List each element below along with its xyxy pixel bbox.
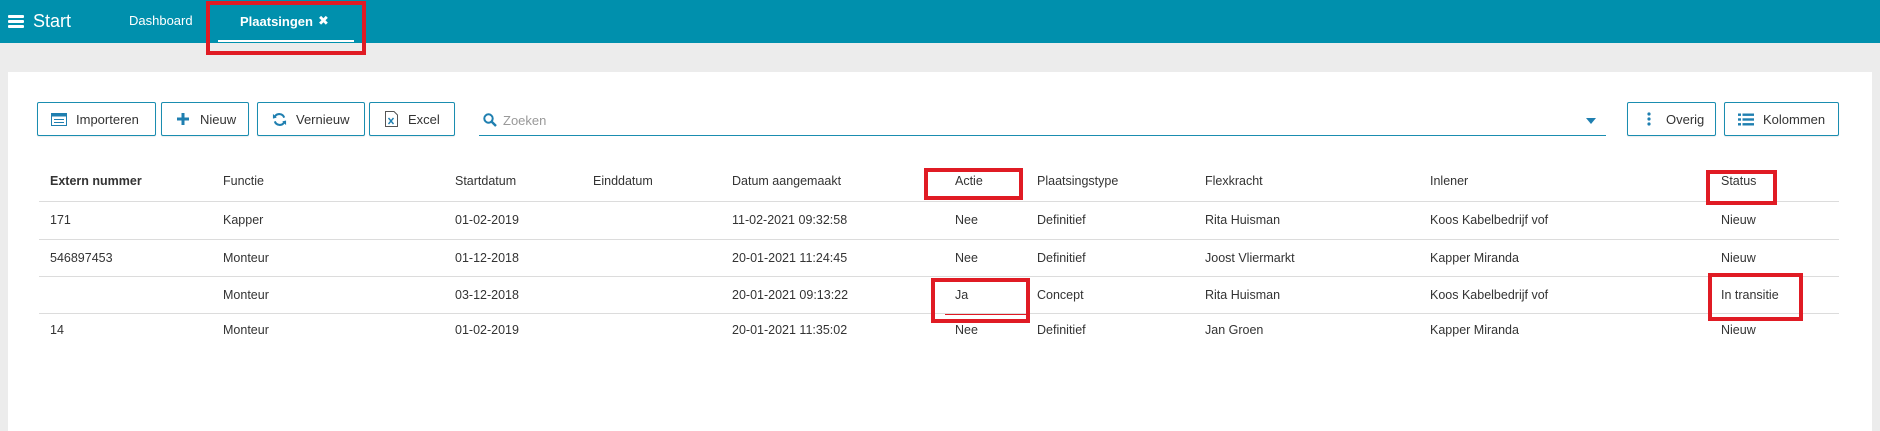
excel-button[interactable]: Excel — [369, 102, 455, 136]
cell-plaatsingstype: Definitief — [1037, 323, 1086, 337]
table-row[interactable] — [39, 239, 1839, 270]
cell-functie: Monteur — [223, 251, 269, 265]
search-placeholder: Zoeken — [503, 113, 547, 128]
import-icon — [50, 112, 68, 126]
cell-inlener: Kapper Miranda — [1430, 251, 1519, 265]
cell-status: In transitie — [1721, 288, 1779, 302]
table-row[interactable] — [39, 201, 1839, 232]
start-label: Start — [33, 10, 72, 31]
cell-flexkracht: Joost Vliermarkt — [1205, 251, 1295, 265]
cell-extern-nummer: 171 — [50, 213, 71, 227]
cell-datum-aangemaakt: 20-01-2021 11:35:02 — [732, 323, 848, 337]
refresh-icon — [270, 112, 288, 127]
table-row[interactable] — [39, 276, 1839, 307]
import-button[interactable]: Importeren — [37, 102, 156, 136]
cell-flexkracht: Jan Groen — [1205, 323, 1264, 337]
plus-icon — [174, 113, 192, 125]
columns-label: Kolommen — [1763, 111, 1826, 127]
cell-flexkracht: Rita Huisman — [1205, 288, 1281, 302]
close-icon[interactable]: ✖ — [318, 13, 329, 29]
cell-datum-aangemaakt: 20-01-2021 11:24:45 — [732, 251, 848, 265]
cell-actie: Nee — [955, 323, 978, 337]
tab-dashboard[interactable]: Dashboard — [129, 13, 193, 28]
excel-label: Excel — [408, 111, 440, 127]
column-header-flexkracht[interactable]: Flexkracht — [1205, 174, 1263, 188]
cell-datum-aangemaakt: 20-01-2021 09:13:22 — [732, 288, 849, 302]
excel-icon — [382, 111, 400, 127]
tab-plaatsingen-label: Plaatsingen — [240, 14, 313, 29]
column-header-actie[interactable]: Actie — [955, 174, 983, 188]
cell-status: Nieuw — [1721, 251, 1756, 265]
table-row[interactable] — [39, 313, 1839, 344]
column-header-datum-aangemaakt[interactable]: Datum aangemaakt — [732, 174, 841, 188]
top-bar: Start Dashboard Plaatsingen ✖ — [0, 0, 1880, 43]
column-header-einddatum[interactable]: Einddatum — [593, 174, 653, 188]
cell-plaatsingstype: Definitief — [1037, 213, 1086, 227]
cell-extern-nummer: 546897453 — [50, 251, 113, 265]
hamburger-icon — [8, 14, 24, 28]
cell-plaatsingstype: Concept — [1037, 288, 1084, 302]
refresh-button[interactable]: Vernieuw — [257, 102, 365, 136]
column-header-inlener[interactable]: Inlener — [1430, 174, 1468, 188]
main-menu-button[interactable]: Start — [8, 10, 71, 32]
other-label: Overig — [1666, 111, 1705, 127]
search-icon — [483, 113, 497, 132]
tab-plaatsingen[interactable]: Plaatsingen ✖ — [216, 11, 354, 43]
content-card: Importeren Nieuw Vernieuw Excel Zoeken O… — [8, 72, 1872, 431]
column-header-status[interactable]: Status — [1721, 174, 1756, 188]
import-label: Importeren — [76, 111, 139, 127]
cell-startdatum: 03-12-2018 — [455, 288, 519, 302]
column-header-startdatum[interactable]: Startdatum — [455, 174, 516, 188]
new-button[interactable]: Nieuw — [161, 102, 249, 136]
cell-functie: Monteur — [223, 323, 269, 337]
column-header-functie[interactable]: Functie — [223, 174, 264, 188]
cell-actie: Ja — [955, 288, 969, 302]
cell-plaatsingstype: Definitief — [1037, 251, 1086, 265]
search-input[interactable]: Zoeken — [479, 104, 1606, 136]
cell-actie: Nee — [955, 213, 978, 227]
cell-inlener: Kapper Miranda — [1430, 323, 1519, 337]
new-label: Nieuw — [200, 111, 237, 127]
cell-functie: Kapper — [223, 213, 264, 227]
column-header-extern-nummer[interactable]: Extern nummer — [50, 174, 142, 188]
list-icon — [1737, 113, 1755, 126]
cell-datum-aangemaakt: 11-02-2021 09:32:58 — [732, 213, 848, 227]
cell-functie: Monteur — [223, 288, 269, 302]
cell-inlener: Koos Kabelbedrijf vof — [1430, 288, 1549, 302]
column-header-plaatsingstype[interactable]: Plaatsingstype — [1037, 174, 1118, 188]
columns-button[interactable]: Kolommen — [1724, 102, 1839, 136]
cell-startdatum: 01-02-2019 — [455, 213, 519, 227]
cell-actie: Nee — [955, 251, 978, 265]
cell-status: Nieuw — [1721, 323, 1756, 337]
refresh-label: Vernieuw — [296, 111, 350, 127]
other-button[interactable]: Overig — [1627, 102, 1716, 136]
cell-startdatum: 01-02-2019 — [455, 323, 519, 337]
cell-extern-nummer: 14 — [50, 323, 64, 337]
cell-inlener: Koos Kabelbedrijf vof — [1430, 213, 1549, 227]
vertical-dots-icon — [1640, 112, 1658, 126]
cell-status: Nieuw — [1721, 213, 1756, 227]
cell-startdatum: 01-12-2018 — [455, 251, 519, 265]
active-tab-indicator — [218, 40, 354, 42]
cell-flexkracht: Rita Huisman — [1205, 213, 1281, 227]
chevron-down-icon[interactable] — [1586, 118, 1596, 124]
